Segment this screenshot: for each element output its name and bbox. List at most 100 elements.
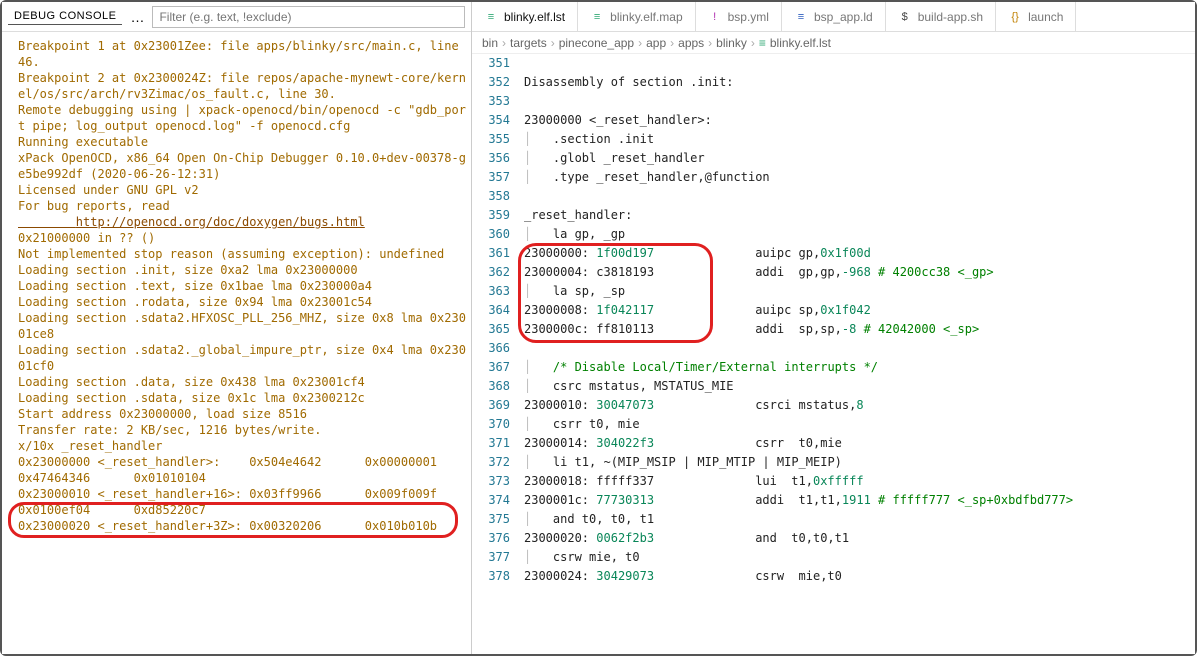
- code-line: _reset_handler:: [524, 206, 1195, 225]
- line-number: 351: [472, 54, 510, 73]
- console-line: 0x23000010 <_reset_handler+16>: 0x03ff99…: [18, 486, 469, 518]
- file-icon: ≡: [759, 36, 766, 50]
- line-number: 355: [472, 130, 510, 149]
- chevron-right-icon: ›: [551, 36, 555, 50]
- console-line: Not implemented stop reason (assuming ex…: [18, 246, 469, 262]
- line-number: 362: [472, 263, 510, 282]
- tab-blinky-elf-map[interactable]: ≡ blinky.elf.map: [578, 2, 695, 31]
- line-number: 370: [472, 415, 510, 434]
- code-line: 23000004: c3818193 addi gp,gp,-968 # 420…: [524, 263, 1195, 282]
- code-line: [524, 187, 1195, 206]
- code-line: 23000010: 30047073 csrci mstatus,8: [524, 396, 1195, 415]
- tab-bsp-app-ld[interactable]: ≡ bsp_app.ld: [782, 2, 886, 31]
- code-line: │ .section .init: [524, 130, 1195, 149]
- tab-label: bsp_app.ld: [814, 10, 873, 24]
- chevron-right-icon: ›: [751, 36, 755, 50]
- console-line: Transfer rate: 2 KB/sec, 1216 bytes/writ…: [18, 422, 469, 438]
- code-line: 23000000: 1f00d197 auipc gp,0x1f00d: [524, 244, 1195, 263]
- code-line: │ and t0, t0, t1: [524, 510, 1195, 529]
- line-number: 371: [472, 434, 510, 453]
- line-number: 368: [472, 377, 510, 396]
- line-number: 352: [472, 73, 510, 92]
- editor-body[interactable]: 3513523533543553563573583593603613623633…: [472, 54, 1195, 654]
- line-gutter: 3513523533543553563573583593603613623633…: [472, 54, 524, 654]
- file-icon: ≡: [484, 11, 498, 23]
- breadcrumb-segment[interactable]: targets: [510, 36, 547, 50]
- debug-console-output[interactable]: Breakpoint 1 at 0x23001Zee: file apps/bl…: [2, 32, 471, 654]
- line-number: 359: [472, 206, 510, 225]
- line-number: 357: [472, 168, 510, 187]
- console-filter-input[interactable]: [152, 6, 465, 28]
- line-number: 376: [472, 529, 510, 548]
- debug-console-title: Debug Console: [8, 8, 122, 25]
- console-line: Loading section .sdata2._global_impure_p…: [18, 342, 469, 374]
- console-line: Loading section .data, size 0x438 lma 0x…: [18, 374, 469, 390]
- file-icon: {}: [1008, 11, 1022, 23]
- breadcrumb-segment[interactable]: blinky.elf.lst: [770, 36, 831, 50]
- line-number: 364: [472, 301, 510, 320]
- line-number: 358: [472, 187, 510, 206]
- code-line: [524, 339, 1195, 358]
- file-icon: $: [898, 11, 912, 23]
- console-line: Loading section .sdata2.HFXOSC_PLL_256_M…: [18, 310, 469, 342]
- breadcrumb[interactable]: bin›targets›pinecone_app›app›apps›blinky…: [472, 32, 1195, 54]
- file-icon: ≡: [590, 11, 604, 23]
- code-area[interactable]: Disassembly of section .init: 23000000 <…: [524, 54, 1195, 654]
- code-line: │ csrr t0, mie: [524, 415, 1195, 434]
- console-line: Breakpoint 2 at 0x2300024Z: file repos/a…: [18, 70, 469, 102]
- line-number: 373: [472, 472, 510, 491]
- console-line: Loading section .sdata, size 0x1c lma 0x…: [18, 390, 469, 406]
- line-number: 374: [472, 491, 510, 510]
- breadcrumb-segment[interactable]: bin: [482, 36, 498, 50]
- chevron-right-icon: ›: [502, 36, 506, 50]
- breadcrumb-segment[interactable]: app: [646, 36, 666, 50]
- breadcrumb-segment[interactable]: pinecone_app: [559, 36, 634, 50]
- code-line: │ .type _reset_handler,@function: [524, 168, 1195, 187]
- code-line: Disassembly of section .init:: [524, 73, 1195, 92]
- console-line: Licensed under GNU GPL v2: [18, 182, 469, 198]
- console-line: Loading section .init, size 0xa2 lma 0x2…: [18, 262, 469, 278]
- line-number: 377: [472, 548, 510, 567]
- code-line: [524, 54, 1195, 73]
- code-line: │ /* Disable Local/Timer/External interr…: [524, 358, 1195, 377]
- code-line: │ la gp, _gp: [524, 225, 1195, 244]
- console-line: Start address 0x23000000, load size 8516: [18, 406, 469, 422]
- breadcrumb-segment[interactable]: apps: [678, 36, 704, 50]
- tab-launch[interactable]: {} launch: [996, 2, 1076, 31]
- tab-build-app-sh[interactable]: $build-app.sh: [886, 2, 996, 31]
- tab-label: blinky.elf.map: [610, 10, 682, 24]
- code-line: 2300001c: 77730313 addi t1,t1,1911 # fff…: [524, 491, 1195, 510]
- tab-bsp-yml[interactable]: !bsp.yml: [696, 2, 782, 31]
- line-number: 365: [472, 320, 510, 339]
- tab-label: launch: [1028, 10, 1063, 24]
- code-line: │ .globl _reset_handler: [524, 149, 1195, 168]
- console-line: xPack OpenOCD, x86_64 Open On-Chip Debug…: [18, 150, 469, 182]
- tab-label: blinky.elf.lst: [504, 10, 565, 24]
- file-icon: ≡: [794, 11, 808, 23]
- code-line: │ csrc mstatus, MSTATUS_MIE: [524, 377, 1195, 396]
- console-line: x/10x _reset_handler: [18, 438, 469, 454]
- line-number: 369: [472, 396, 510, 415]
- console-line: Loading section .text, size 0x1bae lma 0…: [18, 278, 469, 294]
- tab-blinky-elf-lst[interactable]: ≡ blinky.elf.lst: [472, 2, 578, 31]
- line-number: 356: [472, 149, 510, 168]
- line-number: 354: [472, 111, 510, 130]
- editor-tabs: ≡ blinky.elf.lst ≡ blinky.elf.map !bsp.yml ≡ b…: [472, 2, 1195, 32]
- line-number: 363: [472, 282, 510, 301]
- line-number: 375: [472, 510, 510, 529]
- tab-label: bsp.yml: [728, 10, 769, 24]
- code-line: 23000008: 1f042117 auipc sp,0x1f042: [524, 301, 1195, 320]
- breadcrumb-segment[interactable]: blinky: [716, 36, 747, 50]
- console-line: Loading section .rodata, size 0x94 lma 0…: [18, 294, 469, 310]
- line-number: 378: [472, 567, 510, 586]
- code-line: [524, 92, 1195, 111]
- more-icon[interactable]: …: [122, 9, 152, 25]
- line-number: 361: [472, 244, 510, 263]
- debug-console-header: Debug Console …: [2, 2, 471, 32]
- console-line: Remote debugging using | xpack-openocd/b…: [18, 102, 469, 134]
- line-number: 353: [472, 92, 510, 111]
- code-line: │ li t1, ~(MIP_MSIP | MIP_MTIP | MIP_MEI…: [524, 453, 1195, 472]
- line-number: 366: [472, 339, 510, 358]
- chevron-right-icon: ›: [670, 36, 674, 50]
- code-line: 23000000 <_reset_handler>:: [524, 111, 1195, 130]
